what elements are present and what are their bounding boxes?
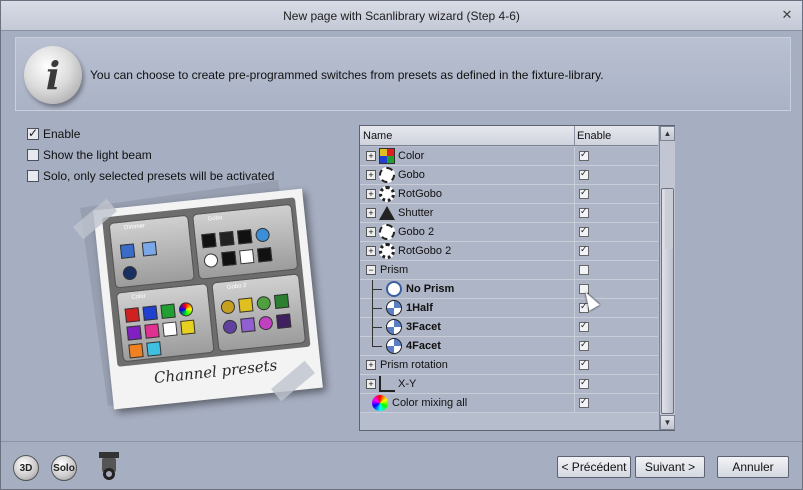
enable-checkbox[interactable] [27,126,39,140]
row-enable-checkbox[interactable] [579,206,589,218]
expand-icon[interactable]: + [366,170,376,180]
info-icon: i [24,46,82,104]
fixture-icon[interactable] [97,451,121,481]
color-mix-icon [372,395,388,411]
row-label: RotGobo [398,188,443,200]
row-gobo[interactable]: + Gobo [360,166,658,185]
row-rotgobo[interactable]: + RotGobo [360,185,658,204]
rotgobo-icon [379,186,395,202]
show-beam-checkbox[interactable] [27,148,39,161]
row-enable-checkbox[interactable] [579,320,589,332]
info-text: You can choose to create pre-programmed … [90,68,604,82]
row-enable-checkbox[interactable] [579,396,589,408]
solo-label: Solo, only selected presets will be acti… [43,168,275,183]
scroll-up-icon[interactable]: ▲ [660,126,675,141]
row-4facet[interactable]: 4Facet [360,337,658,356]
row-rotgobo-2[interactable]: + RotGobo 2 [360,242,658,261]
row-color[interactable]: + Color [360,147,658,166]
expand-icon[interactable]: + [366,208,376,218]
row-label: 1Half [406,302,433,314]
row-enable-checkbox[interactable] [579,225,589,237]
expand-icon[interactable]: + [366,189,376,199]
title-bar: New page with Scanlibrary wizard (Step 4… [1,1,802,31]
shutter-icon [379,206,395,220]
row-enable-checkbox[interactable] [579,358,589,370]
row-shutter[interactable]: + Shutter [360,204,658,223]
column-enable[interactable]: Enable [577,130,611,142]
row-enable-checkbox[interactable] [579,244,589,256]
row-label: No Prism [406,283,455,295]
grid-header: Name Enable [360,126,658,146]
row-enable-checkbox[interactable] [579,149,589,161]
row-color-mixing-all[interactable]: Color mixing all [360,394,658,413]
scroll-thumb[interactable] [661,188,674,414]
solo-button[interactable]: Solo [51,455,77,481]
close-icon[interactable]: ✕ [780,8,794,22]
row-3facet[interactable]: 3Facet [360,318,658,337]
row-label: X-Y [398,378,417,390]
expand-icon[interactable]: + [366,246,376,256]
row-enable-checkbox[interactable] [579,168,589,180]
color-grid-icon [379,148,395,164]
row-prism-rotation[interactable]: + Prism rotation [360,356,658,375]
expand-icon[interactable]: + [366,360,376,370]
row-1half[interactable]: 1Half [360,299,658,318]
solo-checkbox[interactable] [27,169,39,182]
row-label: 3Facet [406,321,441,333]
row-enable-checkbox[interactable] [579,377,589,389]
gobo2-card: Gobo 2 [211,273,307,353]
expand-icon[interactable]: + [366,151,376,161]
info-panel: i You can choose to create pre-programme… [15,37,791,111]
row-label: RotGobo 2 [398,245,452,257]
column-name[interactable]: Name [363,130,392,142]
scroll-down-icon[interactable]: ▼ [660,415,675,430]
gobo-icon [379,167,395,183]
collapse-icon[interactable]: − [366,265,376,275]
previous-button[interactable]: < Précédent [557,456,631,478]
show-beam-option[interactable]: Show the light beam [27,144,274,165]
grid-scrollbar[interactable]: ▲ ▼ [659,126,675,430]
wizard-window: New page with Scanlibrary wizard (Step 4… [0,0,803,490]
row-x-y[interactable]: + X-Y [360,375,658,394]
enable-label: Enable [43,126,81,141]
rotgobo-icon [379,243,395,259]
grid-rows: + Color + Gobo + RotGobo + [360,147,658,413]
no-prism-icon [386,281,402,297]
row-label: Color mixing all [392,397,468,409]
row-no-prism[interactable]: No Prism [360,280,658,299]
prism-icon [386,300,402,316]
row-gobo-2[interactable]: + Gobo 2 [360,223,658,242]
row-label: Color [398,150,425,162]
row-enable-checkbox[interactable] [579,265,589,275]
prism-icon [386,319,402,335]
next-button[interactable]: Suivant > [635,456,705,478]
row-label: Prism [380,264,409,276]
gobo-card: Gobo [192,203,299,280]
row-label: Gobo [398,169,425,181]
cancel-button[interactable]: Annuler [717,456,789,478]
row-enable-checkbox[interactable] [579,339,589,351]
row-label: 4Facet [406,340,441,352]
expand-icon[interactable]: + [366,227,376,237]
row-label: Prism rotation [380,359,448,371]
show-beam-label: Show the light beam [43,147,152,162]
expand-icon[interactable]: + [366,379,376,389]
row-enable-checkbox[interactable] [579,187,589,199]
3d-button[interactable]: 3D [13,455,39,481]
window-title: New page with Scanlibrary wizard (Step 4… [283,8,520,23]
color-card: Color [115,282,215,363]
row-prism[interactable]: − Prism [360,261,658,280]
gobo-icon [379,224,395,240]
enable-option[interactable]: Enable [27,123,274,144]
options-group: Enable Show the light beam Solo, only se… [27,123,274,186]
dimmer-card: Dimmer [108,214,195,289]
row-label: Gobo 2 [398,226,435,238]
channel-presets-illustration: Dimmer Gobo Color Gobo 2 Channel presets [63,180,323,410]
presets-grid: Name Enable + Color + Gobo + Ro [359,125,675,431]
prism-icon [386,338,402,354]
xy-icon [379,376,395,392]
row-label: Shutter [398,207,434,219]
